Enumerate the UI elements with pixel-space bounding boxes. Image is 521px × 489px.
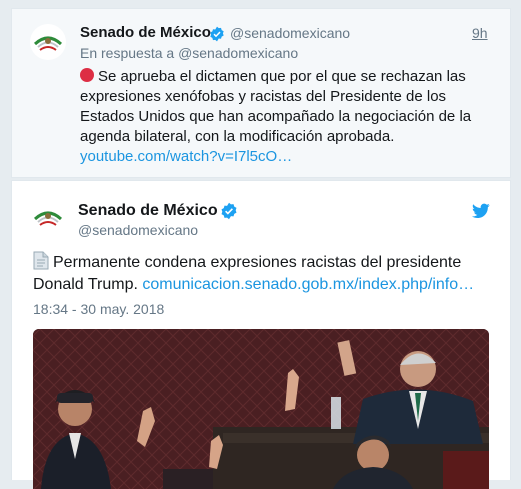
senado-logo-icon [31,25,65,59]
reply-mention-link[interactable]: @senadomexicano [178,45,298,61]
twitter-bird-icon[interactable] [472,203,490,219]
reply-tweet-card[interactable]: Senado de México @senadomexicano 9h En r… [11,8,511,178]
article-link[interactable]: comunicacion.senado.gob.mx/index.php/inf… [142,276,474,293]
verified-badge-icon [210,26,224,42]
verified-badge-icon [221,202,237,220]
in-reply-to: En respuesta a @senadomexicano [80,45,298,61]
youtube-link[interactable]: youtube.com/watch?v=I7l5cO… [80,148,292,165]
relative-time[interactable]: 9h [472,25,488,41]
senado-logo-avatar[interactable] [30,24,66,60]
page-facing-up-icon [33,251,49,270]
reply-tweet-body: Se aprueba el dictamen que por el que se… [80,68,472,145]
main-tweet-text: Permanente condena expresiones racistas … [33,251,495,296]
tweet-photo[interactable] [33,329,489,489]
author-handle[interactable]: @senadomexicano [230,25,350,41]
senate-voting-photo [33,329,489,489]
main-tweet-card[interactable]: Senado de México @senadomexicano Permane… [11,180,511,489]
senado-logo-avatar[interactable] [30,199,66,235]
tweet-timestamp[interactable]: 18:34 - 30 may. 2018 [33,301,164,317]
red-circle-icon [80,68,94,82]
reply-tweet-text: Se aprueba el dictamen que por el que se… [80,67,500,167]
author-name[interactable]: Senado de México [78,202,218,220]
reply-prefix: En respuesta a [80,45,175,61]
author-handle[interactable]: @senadomexicano [78,222,198,238]
author-name[interactable]: Senado de México [80,24,211,41]
senado-logo-icon [31,200,65,234]
